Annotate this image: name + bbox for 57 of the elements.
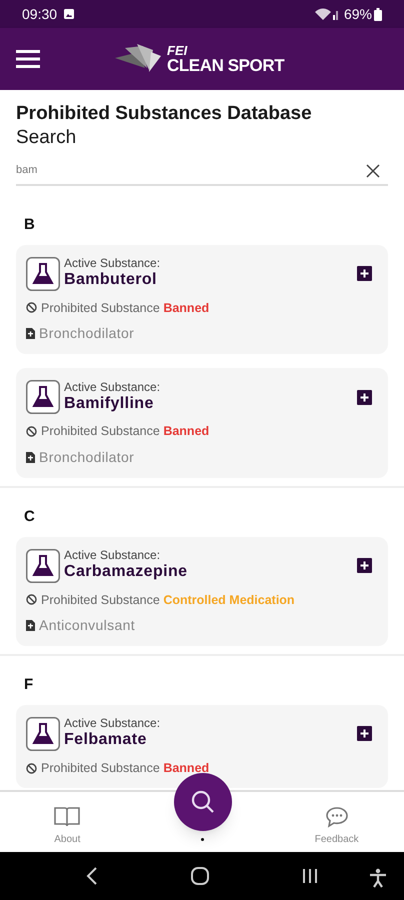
- expand-plus-icon[interactable]: [357, 558, 372, 573]
- substance-card[interactable]: Active Substance: Bamifylline Prohibited Substance Banned Bronchodilator: [16, 368, 388, 478]
- section-letter: B: [23, 215, 36, 235]
- status-text: Prohibited Substance Banned: [41, 423, 210, 440]
- substance-name: Felbamate: [64, 730, 148, 750]
- expand-plus-icon[interactable]: [357, 726, 372, 742]
- nav-item[interactable]: Feedback: [314, 806, 359, 847]
- status-text: Prohibited Substance Controlled Medication: [41, 592, 295, 608]
- document-icon: [26, 328, 35, 340]
- substance-label: Active Substance:: [64, 380, 162, 394]
- prohibited-icon: [26, 594, 37, 606]
- battery-icon: [374, 8, 382, 20]
- status-text: Prohibited Substance Banned: [41, 760, 210, 777]
- substance-card[interactable]: Active Substance: Bambuterol Prohibited Substance Banned Bronchodilator: [16, 244, 388, 354]
- expand-plus-icon[interactable]: [357, 390, 372, 405]
- prohibited-icon: [26, 426, 37, 438]
- substance-name: Bamifylline: [64, 394, 155, 414]
- nav-item[interactable]: About: [54, 806, 80, 847]
- flask-icon: [26, 716, 60, 751]
- battery-level: 69%: [344, 4, 372, 24]
- home-icon[interactable]: [190, 867, 209, 885]
- search-icon: [190, 789, 216, 815]
- flask-icon: [26, 380, 60, 414]
- substance-label: Active Substance:: [64, 549, 162, 562]
- substance-name: Carbamazepine: [64, 562, 188, 582]
- flask-icon: [26, 256, 60, 290]
- category-text: Bronchodilator: [39, 448, 134, 467]
- back-icon[interactable]: [86, 867, 98, 885]
- page-title: Prohibited Substances Database: [16, 102, 313, 126]
- menu-icon[interactable]: [16, 49, 40, 69]
- book-icon: [54, 806, 80, 828]
- page-subtitle: Search: [16, 126, 78, 150]
- recents-icon[interactable]: [302, 868, 318, 884]
- close-icon[interactable]: [366, 164, 380, 178]
- category-text: Bronchodilator: [39, 324, 134, 344]
- signal-icon: [314, 7, 340, 21]
- image-icon: [63, 8, 76, 20]
- status-time: 09:30: [22, 4, 58, 24]
- substance-name: Bambuterol: [64, 270, 158, 290]
- flask-icon: [26, 548, 60, 582]
- accessibility-icon[interactable]: [369, 868, 387, 888]
- section-letter: C: [23, 507, 36, 527]
- category-text: Anticonvulsant: [39, 616, 135, 636]
- substance-card[interactable]: Active Substance: Felbamate Prohibited Substance Banned: [16, 704, 388, 788]
- document-icon: [26, 452, 35, 463]
- expand-plus-icon[interactable]: [357, 266, 372, 281]
- prohibited-icon: [26, 302, 37, 314]
- substance-label: Active Substance:: [64, 257, 162, 270]
- logo-text: CLEAN SPORT: [167, 57, 284, 74]
- prohibited-icon: [26, 762, 37, 774]
- status-text: Prohibited Substance Banned: [41, 300, 210, 316]
- substance-card[interactable]: Active Substance: Carbamazepine Prohibited Substance Controlled Medication Anticonvulsant: [16, 536, 388, 646]
- substance-label: Active Substance:: [64, 717, 162, 730]
- document-icon: [26, 620, 35, 632]
- logo-text: FEI: [167, 44, 188, 57]
- section-letter: F: [23, 675, 34, 696]
- chat-bubble-icon: [324, 806, 349, 828]
